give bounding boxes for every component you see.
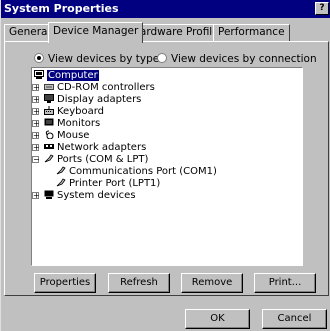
cancel-button[interactable]: Cancel xyxy=(262,309,327,329)
expand-icon[interactable]: + xyxy=(32,144,40,152)
collapse-icon[interactable]: − xyxy=(32,156,40,164)
port-icon xyxy=(44,154,54,163)
device-tree[interactable]: Computer + CD-ROM controllers + Display … xyxy=(31,67,303,266)
ok-button[interactable]: OK xyxy=(185,309,250,329)
port-icon xyxy=(56,166,66,175)
radio-view-by-connection[interactable]: View devices by connection xyxy=(157,53,317,65)
radio-view-by-type[interactable]: View devices by type xyxy=(34,53,159,65)
cdrom-icon xyxy=(44,82,54,91)
tree-item-label: Network adapters xyxy=(57,142,147,153)
radio-by-connection-label: View devices by connection xyxy=(171,53,317,65)
port-icon xyxy=(56,178,66,187)
properties-button[interactable]: Properties xyxy=(34,273,96,293)
tree-item-label: CD-ROM controllers xyxy=(57,82,155,93)
tree-item-label: Printer Port (LPT1) xyxy=(69,178,161,189)
tree-item-com1[interactable]: Communications Port (COM1) xyxy=(56,166,217,178)
window-title: System Properties xyxy=(4,2,119,15)
system-icon xyxy=(44,190,54,199)
expand-icon[interactable]: + xyxy=(32,192,40,200)
radio-selected-icon xyxy=(34,53,44,63)
tree-root-computer[interactable]: Computer xyxy=(34,70,99,82)
computer-icon xyxy=(34,70,44,79)
display-icon xyxy=(44,94,54,103)
system-properties-window: System Properties ? General Device Manag… xyxy=(0,0,330,331)
network-icon xyxy=(44,142,54,151)
tree-item-label: Monitors xyxy=(57,118,101,129)
remove-button[interactable]: Remove xyxy=(181,273,243,293)
monitor-icon xyxy=(44,118,54,127)
print-button[interactable]: Print... xyxy=(254,273,316,293)
tree-item-label: Ports (COM & LPT) xyxy=(57,154,149,165)
title-bar: System Properties ? xyxy=(1,0,330,18)
tree-item-label: Display adapters xyxy=(57,94,142,105)
expand-icon[interactable]: + xyxy=(32,120,40,128)
mouse-icon xyxy=(44,130,54,140)
refresh-button[interactable]: Refresh xyxy=(108,273,170,293)
radio-unselected-icon xyxy=(157,53,167,63)
tree-item-lpt1[interactable]: Printer Port (LPT1) xyxy=(56,178,160,190)
tree-item-label: Mouse xyxy=(57,130,90,141)
tree-item-label: Communications Port (COM1) xyxy=(69,166,217,177)
expand-icon[interactable]: + xyxy=(32,108,40,116)
tree-item-label: Keyboard xyxy=(57,106,105,117)
tab-performance[interactable]: Performance xyxy=(213,24,290,41)
tree-root-label: Computer xyxy=(47,70,99,81)
radio-by-type-label: View devices by type xyxy=(48,53,160,65)
tab-device-manager[interactable]: Device Manager xyxy=(48,22,144,43)
expand-icon[interactable]: + xyxy=(32,84,40,92)
expand-icon[interactable]: + xyxy=(32,132,40,140)
help-button[interactable]: ? xyxy=(315,2,329,15)
keyboard-icon xyxy=(44,106,54,115)
expand-icon[interactable]: + xyxy=(32,96,40,104)
tree-item-label: System devices xyxy=(57,190,136,201)
